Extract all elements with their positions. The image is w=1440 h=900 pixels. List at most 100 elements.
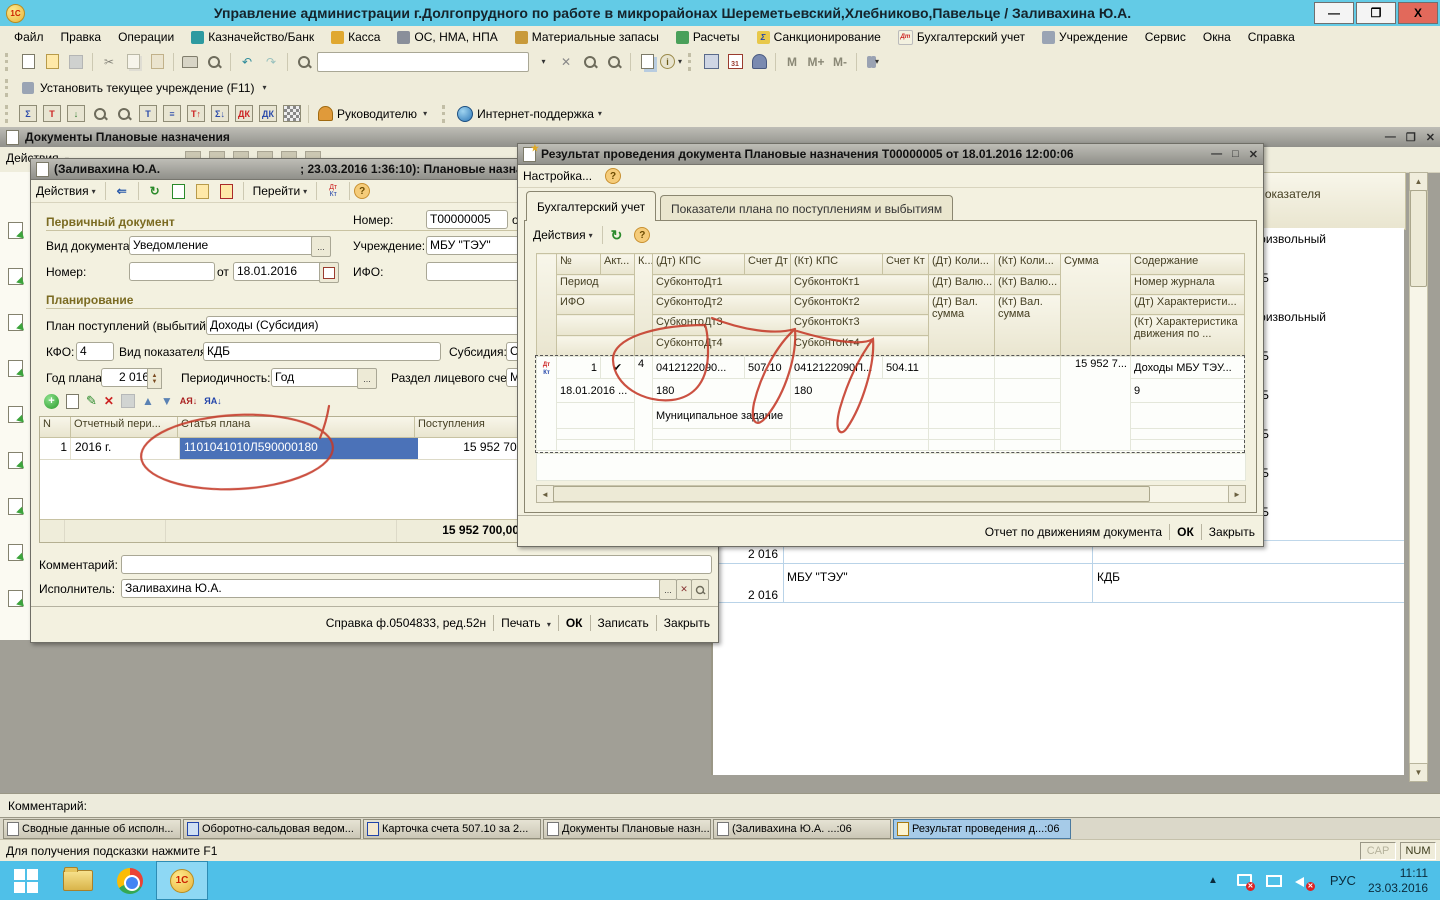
- action-center-icon[interactable]: ✕: [1235, 874, 1251, 888]
- period-field[interactable]: Год: [271, 368, 363, 387]
- col-dt-acc[interactable]: Счет Дт: [745, 254, 791, 275]
- kfo-field[interactable]: 4: [76, 342, 114, 361]
- doclist-row[interactable]: КДБ: [1245, 423, 1404, 463]
- scroll-thumb[interactable]: [553, 486, 1150, 502]
- help-button[interactable]: ?: [354, 183, 370, 199]
- movement-record-selected[interactable]: Дт Кт 1 ✔ 4 0412122090... 507.10 0412122…: [536, 356, 1244, 452]
- menu-authorization[interactable]: ΣСанкционирование: [753, 29, 885, 45]
- settings-button[interactable]: Настройка...: [518, 168, 597, 184]
- dialog2-restore-button[interactable]: □: [1232, 148, 1239, 160]
- doc-kind-picker-button[interactable]: ...: [311, 236, 331, 257]
- menu-service[interactable]: Сервис: [1141, 29, 1190, 45]
- manager-button[interactable]: [314, 104, 336, 124]
- scroll-up-button[interactable]: ▲: [1409, 172, 1428, 191]
- service-params-button[interactable]: ▾: [862, 52, 884, 72]
- tab-plan-indicators[interactable]: Показатели плана по поступлениям и выбыт…: [660, 195, 953, 221]
- save-button[interactable]: [65, 52, 87, 72]
- chrome-button[interactable]: [104, 861, 156, 900]
- doclist-row[interactable]: КДБ: [1245, 345, 1404, 385]
- report-turnover-button[interactable]: Σ: [17, 104, 39, 124]
- actions-button[interactable]: Действия▾: [528, 227, 598, 243]
- info-button[interactable]: i▾: [660, 52, 682, 72]
- col-journal[interactable]: Номер журнала: [1131, 275, 1245, 295]
- col-skt4[interactable]: СубконтоКт4: [791, 336, 929, 357]
- window-button-posting-result[interactable]: Результат проведения д...:06: [893, 819, 1071, 839]
- window-button-doclist[interactable]: Документы Плановые назн...: [543, 819, 711, 839]
- doclist-close-button[interactable]: ✕: [1426, 131, 1435, 144]
- toolbar-grip[interactable]: [5, 79, 11, 97]
- close-button[interactable]: Закрыть: [664, 616, 710, 630]
- window-button-summary[interactable]: Сводные данные об исполн...: [3, 819, 181, 839]
- reg-number-field[interactable]: Т00000005: [426, 210, 508, 229]
- find-next-button[interactable]: [579, 52, 601, 72]
- search-input[interactable]: [317, 52, 529, 72]
- close-button[interactable]: X: [1398, 2, 1438, 24]
- set-institution-label[interactable]: Установить текущее учреждение (F11): [40, 81, 254, 95]
- col-sdt1[interactable]: СубконтоДт1: [653, 275, 791, 295]
- col-dt-kps[interactable]: (Дт) КПС: [653, 254, 745, 275]
- redo-button[interactable]: ↷: [260, 52, 282, 72]
- doclist-row[interactable]: КДБ: [1245, 267, 1404, 307]
- period-picker-button[interactable]: ...: [357, 368, 377, 389]
- indicator-field[interactable]: КДБ: [203, 342, 441, 361]
- doc-date-field[interactable]: 18.01.2016: [233, 262, 325, 281]
- finish-edit-button[interactable]: [121, 394, 135, 408]
- menu-cash[interactable]: Касса: [327, 29, 384, 45]
- report-dtkt-button[interactable]: ДК: [233, 104, 255, 124]
- col-sdt2[interactable]: СубконтоДт2: [653, 295, 791, 315]
- set-institution-button[interactable]: [17, 78, 39, 98]
- comment-field[interactable]: [121, 555, 712, 574]
- tab-accounting[interactable]: Бухгалтерский учет: [526, 191, 656, 221]
- window-button-document[interactable]: (Заливахина Ю.А. ...:06: [713, 819, 891, 839]
- col-kt-cur[interactable]: (Кт) Валю...: [995, 275, 1061, 295]
- col-act[interactable]: Акт...: [601, 254, 635, 275]
- col-dt-cur-sum[interactable]: (Дт) Вал. сумма: [929, 295, 995, 357]
- col-kt-cur-sum[interactable]: (Кт) Вал. сумма: [995, 295, 1061, 357]
- form-help-button[interactable]: Справка ф.0504833, ред.52н: [326, 616, 486, 630]
- reread-button[interactable]: ⇐: [111, 181, 133, 201]
- report-subconto1-button[interactable]: Т↑: [185, 104, 207, 124]
- find-button[interactable]: [293, 52, 315, 72]
- sort-desc-button[interactable]: ЯА↓: [204, 396, 221, 406]
- col-ifo[interactable]: ИФО: [557, 295, 635, 315]
- doclist-row[interactable]: произвольный: [1245, 306, 1404, 346]
- move-up-button[interactable]: ▲: [142, 394, 154, 408]
- user-settings-button[interactable]: [748, 52, 770, 72]
- col-sum[interactable]: Сумма: [1061, 254, 1131, 357]
- executor-field[interactable]: Заливахина Ю.А.: [121, 579, 665, 598]
- col-kt-acc[interactable]: Счет Кт: [883, 254, 929, 275]
- print-button[interactable]: [179, 52, 201, 72]
- scroll-right-button[interactable]: ►: [1228, 485, 1246, 503]
- restore-button[interactable]: ❐: [1356, 2, 1396, 24]
- col-dt-char[interactable]: (Дт) Характеристи...: [1131, 295, 1245, 315]
- network-icon[interactable]: [1265, 874, 1281, 888]
- report-journal-button[interactable]: Т: [137, 104, 159, 124]
- scroll-thumb[interactable]: [1410, 190, 1427, 287]
- search-clear-button[interactable]: ✕: [555, 52, 577, 72]
- open-button[interactable]: [41, 52, 63, 72]
- start-button[interactable]: [0, 861, 52, 900]
- menu-assets[interactable]: ОС, НМА, НПА: [393, 29, 501, 45]
- toolbar-grip[interactable]: [688, 53, 694, 71]
- volume-icon[interactable]: ✕: [1295, 874, 1311, 888]
- number-field[interactable]: [129, 262, 215, 281]
- write-button[interactable]: Записать: [598, 616, 649, 630]
- close-button[interactable]: Закрыть: [1209, 525, 1255, 539]
- search-dropdown[interactable]: ▾: [531, 52, 553, 72]
- memory-plus-button[interactable]: M+: [805, 52, 827, 72]
- executor-open-button[interactable]: [691, 579, 709, 600]
- window-button-account-card[interactable]: Карточка счета 507.10 за 2...: [363, 819, 541, 839]
- dialog2-titlebar[interactable]: ★ Результат проведения документа Плановы…: [518, 144, 1263, 165]
- menu-settlements[interactable]: Расчеты: [672, 29, 744, 45]
- refresh-button[interactable]: ↻: [144, 181, 166, 201]
- col-kt-kps[interactable]: (Кт) КПС: [791, 254, 883, 275]
- menu-help[interactable]: Справка: [1244, 29, 1299, 45]
- col-dt-qty[interactable]: (Дт) Коли...: [929, 254, 995, 275]
- language-indicator[interactable]: РУС: [1330, 873, 1356, 888]
- find-prev-button[interactable]: [603, 52, 625, 72]
- menu-edit[interactable]: Правка: [57, 29, 106, 45]
- memory-button[interactable]: M: [781, 52, 803, 72]
- col-article[interactable]: Статья плана: [178, 417, 415, 438]
- clock[interactable]: 11:11 23.03.2016: [1368, 866, 1428, 896]
- col-period[interactable]: Период: [557, 275, 635, 295]
